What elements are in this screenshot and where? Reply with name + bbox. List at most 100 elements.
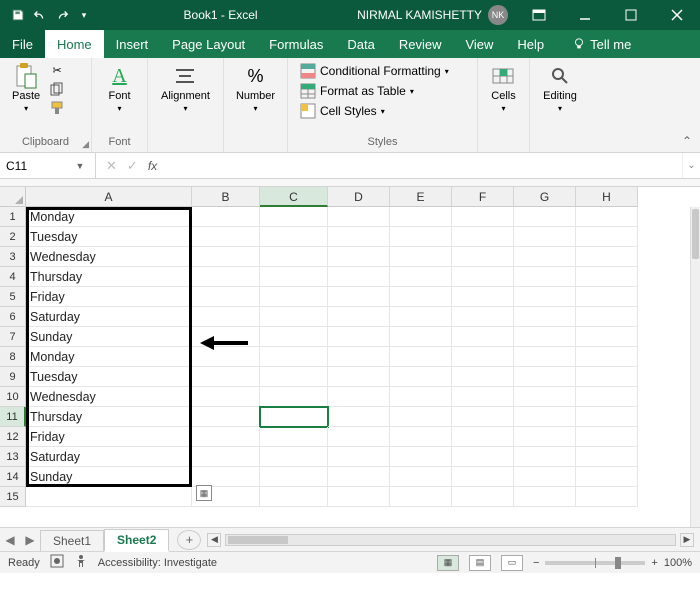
- cell[interactable]: Wednesday: [26, 387, 192, 407]
- tab-page-layout[interactable]: Page Layout: [160, 30, 257, 58]
- cell[interactable]: [328, 367, 390, 387]
- cell[interactable]: [390, 247, 452, 267]
- clipboard-launcher-icon[interactable]: ◢: [82, 139, 89, 150]
- cell[interactable]: [328, 327, 390, 347]
- cell[interactable]: Sunday: [26, 467, 192, 487]
- cell[interactable]: [390, 347, 452, 367]
- cell[interactable]: [192, 347, 260, 367]
- sheet-tab-2[interactable]: Sheet2: [104, 529, 169, 552]
- row-header[interactable]: 8: [0, 347, 26, 367]
- cells-button[interactable]: Cells ▾: [487, 62, 519, 115]
- cell[interactable]: [452, 307, 514, 327]
- new-sheet-button[interactable]: +: [177, 530, 201, 550]
- cell[interactable]: [260, 447, 328, 467]
- cell[interactable]: [390, 327, 452, 347]
- cell[interactable]: [452, 207, 514, 227]
- sheet-nav-next-icon[interactable]: ▶: [20, 533, 40, 547]
- cell[interactable]: [260, 247, 328, 267]
- alignment-button[interactable]: Alignment ▾: [157, 62, 214, 115]
- zoom-in-icon[interactable]: +: [651, 557, 657, 569]
- sheet-tab-1[interactable]: Sheet1: [40, 530, 104, 551]
- row-header[interactable]: 5: [0, 287, 26, 307]
- cell[interactable]: [328, 207, 390, 227]
- cell[interactable]: [192, 367, 260, 387]
- row-header[interactable]: 10: [0, 387, 26, 407]
- cell[interactable]: Wednesday: [26, 247, 192, 267]
- cell[interactable]: [390, 207, 452, 227]
- tab-file[interactable]: File: [0, 30, 45, 58]
- fx-icon[interactable]: fx: [148, 159, 161, 173]
- minimize-button[interactable]: [562, 0, 608, 30]
- cell[interactable]: [514, 247, 576, 267]
- cell[interactable]: [514, 447, 576, 467]
- cell[interactable]: [192, 407, 260, 427]
- row-header[interactable]: 12: [0, 427, 26, 447]
- name-box[interactable]: ▼: [0, 153, 96, 178]
- cell[interactable]: Saturday: [26, 447, 192, 467]
- cell[interactable]: Thursday: [26, 407, 192, 427]
- ribbon-display-options-icon[interactable]: [516, 0, 562, 30]
- tab-home[interactable]: Home: [45, 30, 104, 58]
- cell[interactable]: [192, 207, 260, 227]
- sheet-nav-prev-icon[interactable]: ◀: [0, 533, 20, 547]
- cell[interactable]: [452, 387, 514, 407]
- cell-styles-button[interactable]: Cell Styles ▾: [296, 102, 453, 120]
- zoom-level[interactable]: 100%: [664, 557, 692, 569]
- tab-data[interactable]: Data: [335, 30, 386, 58]
- cell[interactable]: Monday: [26, 207, 192, 227]
- cell[interactable]: [576, 467, 638, 487]
- page-break-view-icon[interactable]: ▭: [501, 555, 523, 571]
- zoom-out-icon[interactable]: −: [533, 557, 539, 569]
- cell[interactable]: [576, 387, 638, 407]
- select-all-triangle[interactable]: [0, 187, 26, 207]
- cell[interactable]: [514, 387, 576, 407]
- row-header[interactable]: 6: [0, 307, 26, 327]
- cell[interactable]: [260, 287, 328, 307]
- cell[interactable]: [514, 287, 576, 307]
- cell[interactable]: [26, 487, 192, 507]
- accessibility-status[interactable]: Accessibility: Investigate: [98, 557, 217, 569]
- cell[interactable]: [514, 407, 576, 427]
- cell[interactable]: [192, 387, 260, 407]
- cell[interactable]: [514, 207, 576, 227]
- cell[interactable]: [260, 487, 328, 507]
- cell[interactable]: [452, 487, 514, 507]
- enter-formula-icon[interactable]: ✓: [127, 158, 138, 174]
- tell-me[interactable]: Tell me: [560, 30, 643, 58]
- format-as-table-button[interactable]: Format as Table ▾: [296, 82, 453, 100]
- row-header[interactable]: 2: [0, 227, 26, 247]
- cell[interactable]: [328, 247, 390, 267]
- cell[interactable]: [452, 367, 514, 387]
- cell[interactable]: [390, 407, 452, 427]
- undo-icon[interactable]: [32, 7, 48, 23]
- cell[interactable]: [514, 227, 576, 247]
- cell[interactable]: [576, 327, 638, 347]
- row-header[interactable]: 13: [0, 447, 26, 467]
- name-box-input[interactable]: [0, 159, 70, 173]
- cell[interactable]: [576, 267, 638, 287]
- cell[interactable]: Friday: [26, 427, 192, 447]
- qat-customize-icon[interactable]: ▾: [76, 7, 92, 23]
- cell[interactable]: [260, 467, 328, 487]
- hscroll-left-icon[interactable]: ◀: [207, 533, 221, 547]
- tab-view[interactable]: View: [453, 30, 505, 58]
- account-area[interactable]: NIRMAL KAMISHETTY NK: [349, 5, 516, 25]
- format-painter-icon[interactable]: [48, 100, 66, 116]
- cell[interactable]: [328, 227, 390, 247]
- cell[interactable]: Monday: [26, 347, 192, 367]
- cell[interactable]: [390, 367, 452, 387]
- cell[interactable]: [452, 287, 514, 307]
- number-button[interactable]: % Number ▾: [232, 62, 279, 115]
- cell[interactable]: [260, 367, 328, 387]
- cell[interactable]: [514, 367, 576, 387]
- cell[interactable]: Saturday: [26, 307, 192, 327]
- row-header[interactable]: 3: [0, 247, 26, 267]
- font-button[interactable]: A Font ▾: [104, 62, 136, 115]
- paste-button[interactable]: Paste ▾: [8, 62, 44, 115]
- zoom-slider[interactable]: [545, 561, 645, 565]
- cell[interactable]: [328, 487, 390, 507]
- cell[interactable]: [260, 347, 328, 367]
- cell[interactable]: [452, 407, 514, 427]
- row-header[interactable]: 7: [0, 327, 26, 347]
- cell[interactable]: Tuesday: [26, 227, 192, 247]
